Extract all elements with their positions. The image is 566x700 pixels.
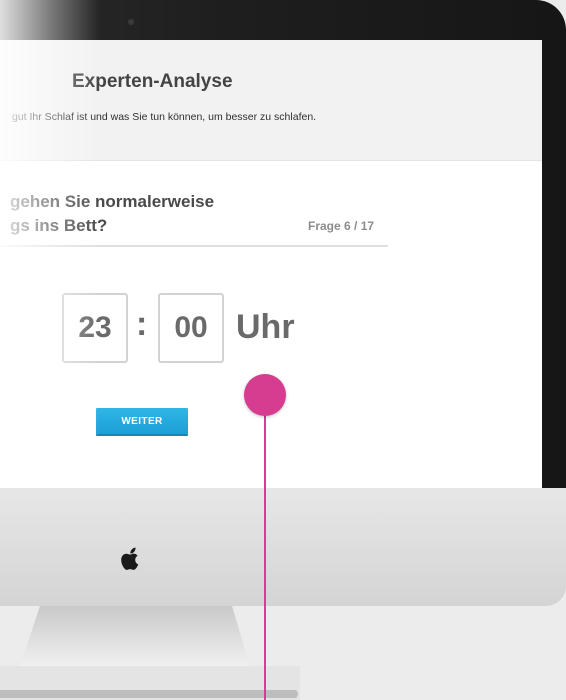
minutes-input[interactable] bbox=[158, 293, 224, 363]
screen: Experten-Analyse gut Ihr Schlaf ist und … bbox=[0, 40, 542, 488]
next-button[interactable]: WEITER bbox=[96, 408, 188, 434]
marker-line bbox=[264, 404, 266, 700]
camera-icon bbox=[128, 19, 134, 25]
monitor-bezel: Experten-Analyse gut Ihr Schlaf ist und … bbox=[0, 0, 566, 522]
divider bbox=[0, 245, 388, 247]
question-text: gehen Sie normalerweise gs ins Bett? bbox=[10, 190, 214, 238]
question-line-1: gehen Sie normalerweise bbox=[10, 192, 215, 211]
monitor-stand bbox=[0, 606, 300, 700]
monitor-chin bbox=[0, 488, 566, 606]
marker-dot bbox=[244, 374, 286, 416]
time-separator: : bbox=[136, 305, 148, 343]
hours-input[interactable] bbox=[62, 293, 128, 363]
page-subtitle: gut Ihr Schlaf ist und was Sie tun könne… bbox=[12, 111, 317, 123]
time-unit-label: Uhr bbox=[236, 308, 295, 346]
page-header: Experten-Analyse gut Ihr Schlaf ist und … bbox=[0, 40, 542, 161]
question-line-2: gs ins Bett? bbox=[10, 216, 108, 235]
apple-logo-icon bbox=[121, 547, 139, 570]
question-progress: Frage 6 / 17 bbox=[308, 219, 375, 233]
page-title: Experten-Analyse bbox=[72, 71, 233, 92]
